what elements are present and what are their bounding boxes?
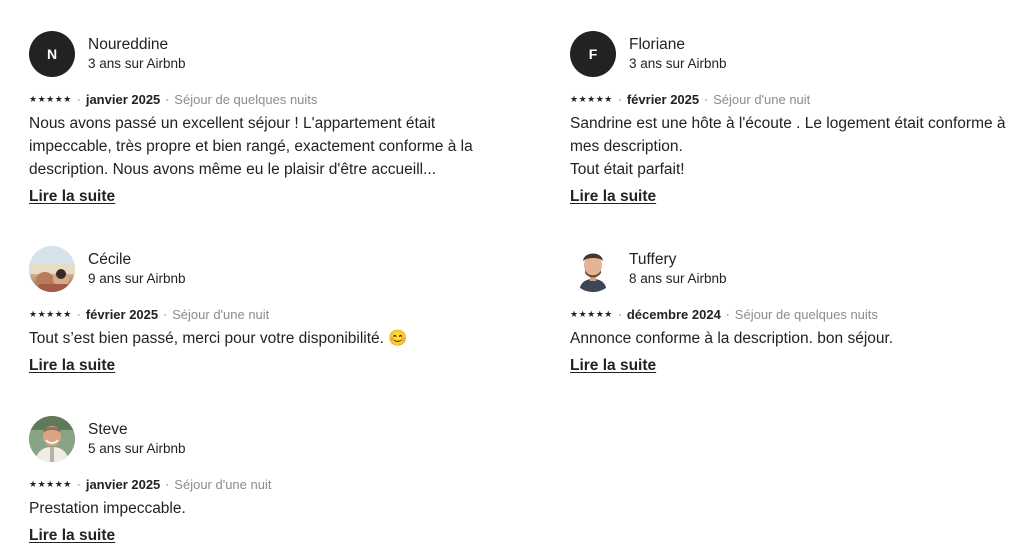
person-photo-icon [29, 246, 75, 292]
reviewer-tenure: 3 ans sur Airbnb [629, 56, 727, 71]
avatar-photo[interactable] [29, 246, 75, 292]
stay-length: Séjour d'une nuit [174, 476, 272, 492]
separator: · [76, 477, 81, 491]
review-meta: ★★★★★ · février 2025 · Séjour d'une nuit [29, 305, 474, 323]
reviewer-header: Steve 5 ans sur Airbnb [29, 415, 474, 463]
separator: · [165, 92, 170, 106]
review-text: Prestation impeccable. [29, 500, 186, 517]
separator: · [163, 307, 168, 321]
reviewer-header: F Floriane 3 ans sur Airbnb [570, 30, 1015, 78]
review-text: Nous avons passé un excellent séjour ! L… [29, 115, 473, 178]
separator: · [76, 307, 81, 321]
star-rating-icon: ★★★★★ [29, 478, 72, 489]
stay-length: Séjour d'une nuit [172, 306, 270, 322]
review-meta: ★★★★★ · janvier 2025 · Séjour de quelque… [29, 90, 474, 108]
review-date: janvier 2025 [85, 476, 161, 492]
star-rating-icon: ★★★★★ [29, 308, 72, 319]
person-photo-icon [570, 246, 616, 292]
person-photo-icon [29, 416, 75, 462]
reviewer-name: Floriane [629, 36, 685, 53]
separator: · [617, 307, 622, 321]
review-date: décembre 2024 [626, 306, 721, 322]
read-more-link[interactable]: Lire la suite [29, 357, 115, 375]
review-card: Cécile 9 ans sur Airbnb ★★★★★ · février … [29, 245, 474, 375]
avatar[interactable]: F [570, 31, 616, 77]
review-meta: ★★★★★ · février 2025 · Séjour d'une nuit [570, 90, 1015, 108]
separator: · [165, 477, 170, 491]
review-meta: ★★★★★ · décembre 2024 · Séjour de quelqu… [570, 305, 1015, 323]
reviewer-tenure: 3 ans sur Airbnb [88, 56, 186, 71]
review-card: Tuffery 8 ans sur Airbnb ★★★★★ · décembr… [570, 245, 1015, 375]
read-more-link[interactable]: Lire la suite [29, 527, 115, 545]
avatar[interactable]: N [29, 31, 75, 77]
star-rating-icon: ★★★★★ [29, 93, 72, 104]
star-rating-icon: ★★★★★ [570, 308, 613, 319]
read-more-link[interactable]: Lire la suite [570, 357, 656, 375]
stay-length: Séjour de quelques nuits [174, 91, 318, 107]
reviewer-tenure: 5 ans sur Airbnb [88, 441, 186, 456]
reviewer-header: Tuffery 8 ans sur Airbnb [570, 245, 1015, 293]
reviewer-name: Steve [88, 421, 128, 438]
reviewer-name: Noureddine [88, 36, 169, 53]
reviewer-info: Noureddine 3 ans sur Airbnb [88, 35, 186, 73]
separator: · [76, 92, 81, 106]
review-date: janvier 2025 [85, 91, 161, 107]
review-text: Annonce conforme à la description. bon s… [570, 330, 894, 347]
reviewer-info: Cécile 9 ans sur Airbnb [88, 250, 186, 288]
star-rating-icon: ★★★★★ [570, 93, 613, 104]
review-meta: ★★★★★ · janvier 2025 · Séjour d'une nuit [29, 475, 474, 493]
avatar-photo[interactable] [29, 416, 75, 462]
reviewer-info: Steve 5 ans sur Airbnb [88, 420, 186, 458]
separator: · [704, 92, 709, 106]
reviewer-info: Tuffery 8 ans sur Airbnb [629, 250, 727, 288]
stay-length: Séjour d'une nuit [713, 91, 811, 107]
read-more-link[interactable]: Lire la suite [570, 188, 656, 206]
review-text: Tout s’est bien passé, merci pour votre … [29, 330, 408, 347]
review-card: N Noureddine 3 ans sur Airbnb ★★★★★ · ja… [29, 30, 474, 206]
separator: · [725, 307, 730, 321]
read-more-link[interactable]: Lire la suite [29, 188, 115, 206]
review-card: Steve 5 ans sur Airbnb ★★★★★ · janvier 2… [29, 415, 474, 545]
reviewer-name: Cécile [88, 251, 132, 268]
reviewer-tenure: 9 ans sur Airbnb [88, 271, 186, 286]
avatar-photo[interactable] [570, 246, 616, 292]
reviewer-info: Floriane 3 ans sur Airbnb [629, 35, 727, 73]
stay-length: Séjour de quelques nuits [734, 306, 878, 322]
review-text: Sandrine est une hôte à l'écoute . Le lo… [570, 115, 1006, 178]
review-date: février 2025 [85, 306, 159, 322]
reviewer-header: Cécile 9 ans sur Airbnb [29, 245, 474, 293]
review-date: février 2025 [626, 91, 700, 107]
review-card: F Floriane 3 ans sur Airbnb ★★★★★ · févr… [570, 30, 1015, 206]
reviewer-tenure: 8 ans sur Airbnb [629, 271, 727, 286]
reviewer-name: Tuffery [629, 251, 677, 268]
separator: · [617, 92, 622, 106]
reviewer-header: N Noureddine 3 ans sur Airbnb [29, 30, 474, 78]
